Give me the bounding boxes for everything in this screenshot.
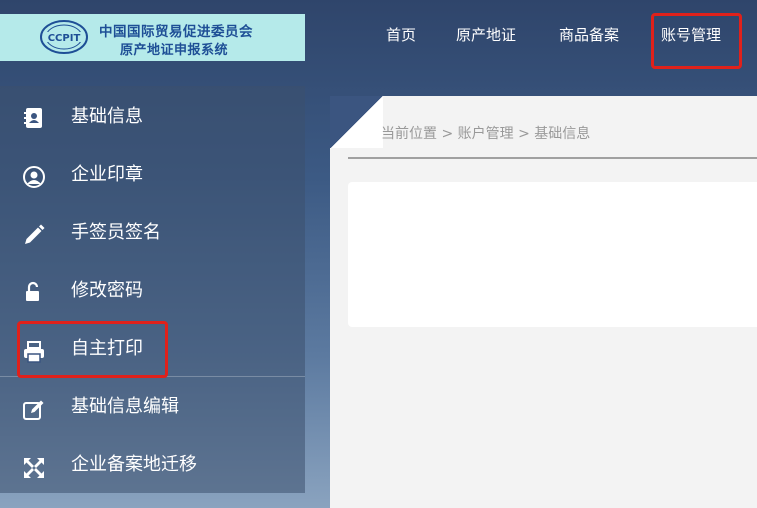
expand-arrows-icon	[24, 458, 44, 478]
nav-account-management[interactable]: 账号管理	[661, 24, 721, 45]
user-circle-icon	[23, 166, 45, 188]
contact-book-icon	[24, 108, 42, 128]
sidebar-item-edit-basic-info[interactable]: 基础信息编辑	[0, 376, 305, 434]
nav-product-filing[interactable]: 商品备案	[559, 24, 619, 45]
nav-certificate-of-origin[interactable]: 原产地证	[456, 24, 516, 45]
edit-icon	[23, 400, 44, 420]
sidebar-item-label: 企业印章	[71, 164, 143, 185]
nav-home[interactable]: 首页	[386, 24, 416, 45]
sidebar-item-self-print[interactable]: 自主打印	[0, 318, 305, 376]
main-content: 当前位置 > 账户管理 > 基础信息	[330, 96, 757, 508]
sidebar-item-label: 基础信息编辑	[71, 396, 179, 417]
system-name: 原产地证申报系统	[120, 43, 229, 58]
top-navigation-bar: CCPIT 中国国际贸易促进委员会 原产地证申报系统 首页 原产地证 商品备案 …	[0, 0, 757, 69]
sidebar-item-label: 修改密码	[71, 280, 143, 301]
sidebar-item-change-password[interactable]: 修改密码	[0, 260, 305, 318]
ccpit-logo-icon: CCPIT	[40, 20, 88, 54]
sidebar-item-filing-relocation[interactable]: 企业备案地迁移	[0, 434, 305, 492]
sidebar-item-company-seal[interactable]: 企业印章	[0, 144, 305, 202]
sidebar-item-label: 企业备案地迁移	[71, 454, 197, 475]
sidebar: 基础信息 企业印章 手签员签名 修改密码 自主打印 基础信息编辑 企业备案地迁移	[0, 86, 305, 493]
sidebar-item-label: 手签员签名	[71, 222, 161, 243]
unlock-icon	[26, 281, 39, 301]
pencil-icon	[25, 224, 45, 244]
logo-banner[interactable]: CCPIT 中国国际贸易促进委员会 原产地证申报系统	[0, 14, 305, 61]
breadcrumb: 当前位置 > 账户管理 > 基础信息	[381, 126, 591, 142]
svg-text:CCPIT: CCPIT	[48, 33, 81, 44]
sidebar-item-label: 自主打印	[71, 338, 143, 359]
org-name: 中国国际贸易促进委员会	[99, 24, 253, 40]
corner-fold	[330, 96, 383, 148]
sidebar-item-signer-signature[interactable]: 手签员签名	[0, 202, 305, 260]
content-card	[348, 182, 757, 327]
sidebar-item-basic-info[interactable]: 基础信息	[0, 86, 305, 144]
breadcrumb-divider	[348, 157, 757, 159]
sidebar-item-label: 基础信息	[71, 106, 143, 127]
printer-icon	[24, 341, 44, 363]
